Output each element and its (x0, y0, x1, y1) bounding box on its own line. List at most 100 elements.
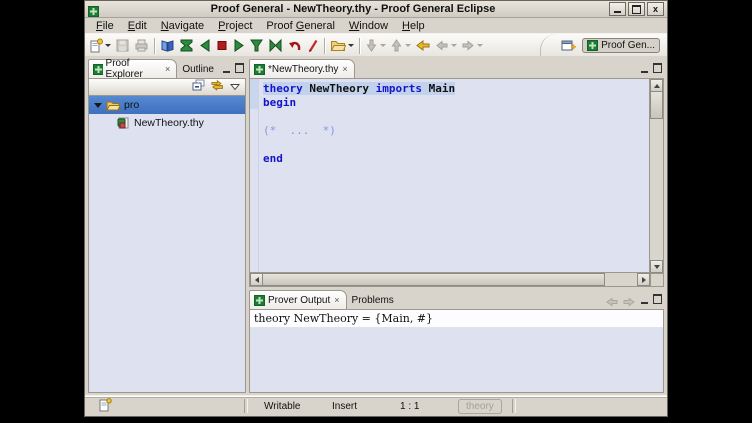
minimize-view-icon (641, 68, 648, 73)
minimize-view-button[interactable] (639, 295, 649, 304)
maximize-view-button[interactable] (652, 64, 662, 73)
output-back-button[interactable] (605, 294, 619, 304)
retract-arrow-icon (287, 38, 302, 53)
editor-text-area[interactable]: theory NewTheory imports Mainbegin (* ...… (250, 79, 650, 273)
minimize-view-button[interactable] (221, 64, 231, 73)
tree-item-pro[interactable]: pro (89, 96, 245, 114)
tree-item-newtheory[interactable]: NewTheory.thy (89, 114, 245, 132)
tab-close-icon[interactable]: × (333, 296, 339, 305)
menu-bar: FileEditNavigateProjectProof GeneralWind… (85, 18, 667, 33)
tab-outline[interactable]: Outline (177, 59, 221, 78)
code-token: (* ... *) (263, 124, 336, 137)
next-annotation-button[interactable] (363, 36, 388, 56)
code-line[interactable]: (* ... *) (263, 124, 650, 138)
minimize-button[interactable] (609, 2, 626, 16)
new-dropdown-caret (105, 44, 111, 47)
output-forward-button[interactable] (622, 294, 636, 304)
minimize-view-button[interactable] (639, 64, 649, 73)
menu-navigate[interactable]: Navigate (154, 20, 211, 32)
tab-newtheory-editor[interactable]: *NewTheory.thy × (249, 59, 355, 78)
pen-icon (306, 38, 319, 53)
prover-output-line[interactable]: theory NewTheory = {Main, #} (250, 310, 663, 328)
collapse-all-button[interactable] (192, 78, 205, 96)
tab-close-icon[interactable]: × (164, 65, 170, 74)
tab-label: Outline (182, 64, 214, 75)
toolbar-separator (359, 38, 360, 54)
output-back-icon (605, 297, 619, 307)
menu-project[interactable]: Project (211, 20, 259, 32)
tab-label: Proof Explorer (106, 58, 162, 80)
menu-window[interactable]: Window (342, 20, 395, 32)
process-to-end-button[interactable] (266, 36, 285, 56)
collapse-all-icon (192, 79, 205, 91)
back-button[interactable] (433, 36, 459, 56)
next-step-button[interactable] (230, 36, 247, 56)
maximize-view-button[interactable] (234, 64, 244, 73)
expand-twistie-icon[interactable] (94, 103, 102, 108)
tab-problems[interactable]: Problems (347, 290, 401, 309)
code-line[interactable]: theory NewTheory imports Main (263, 82, 650, 96)
proof-general-perspective-button[interactable]: Proof Gen... (582, 38, 660, 53)
funnel-icon (249, 38, 264, 53)
last-edit-location-button[interactable] (413, 36, 433, 56)
maximize-button[interactable] (628, 2, 645, 16)
menu-help[interactable]: Help (395, 20, 432, 32)
tab-proof-explorer[interactable]: Proof Explorer × (88, 59, 177, 78)
interrupt-button[interactable] (213, 36, 230, 56)
annotation-ruler[interactable] (250, 79, 259, 273)
pen-button[interactable] (304, 36, 321, 56)
scroll-left-icon (255, 277, 259, 283)
new-wizard-button[interactable] (88, 36, 113, 56)
open-file-button[interactable] (328, 36, 356, 56)
close-icon: x (653, 5, 658, 14)
editor-tab-row: *NewTheory.thy × (249, 58, 664, 78)
step-forward-icon (232, 38, 245, 53)
maximize-icon (632, 5, 641, 14)
goto-cursor-button[interactable] (247, 36, 266, 56)
tab-prover-output[interactable]: Prover Output × (249, 290, 347, 309)
maximize-view-icon (653, 294, 662, 304)
vertical-scroll-thumb[interactable] (650, 91, 663, 119)
code-token: imports (376, 82, 422, 95)
view-menu-button[interactable] (230, 78, 240, 96)
save-button[interactable] (113, 36, 132, 56)
open-folder-icon (106, 99, 120, 111)
prover-state-button[interactable]: theory (458, 399, 502, 414)
scroll-right-button[interactable] (637, 273, 650, 286)
scroll-down-button[interactable] (650, 260, 663, 273)
horizontal-scroll-thumb[interactable] (262, 273, 605, 286)
undo-step-button[interactable] (196, 36, 213, 56)
menu-file[interactable]: File (89, 20, 121, 32)
code-line[interactable]: begin (263, 96, 650, 110)
close-button[interactable]: x (647, 2, 664, 16)
menu-edit[interactable]: Edit (121, 20, 154, 32)
open-perspective-button[interactable] (559, 36, 578, 56)
code-line[interactable]: end (263, 152, 650, 166)
print-button[interactable] (132, 36, 151, 56)
open-definition-button[interactable] (158, 36, 177, 56)
perspective-bar: Proof Gen... (540, 34, 664, 57)
previous-annotation-button[interactable] (388, 36, 413, 56)
editor-code[interactable]: theory NewTheory imports Mainbegin (* ...… (259, 79, 650, 273)
link-with-editor-button[interactable] (211, 78, 224, 96)
title-bar[interactable]: Proof General - NewTheory.thy - Proof Ge… (85, 1, 667, 18)
editor-vertical-scrollbar[interactable] (649, 79, 663, 273)
tab-close-icon[interactable]: × (341, 65, 347, 74)
menu-proof-general[interactable]: Proof General (259, 20, 342, 32)
prover-tab-row: Prover Output × Problems (249, 289, 664, 309)
proof-general-perspective-icon (587, 40, 598, 51)
open-book-icon (160, 38, 175, 53)
back-dropdown-caret (451, 44, 457, 47)
scroll-down-icon (654, 265, 660, 269)
forward-button[interactable] (459, 36, 485, 56)
retract-button[interactable] (285, 36, 304, 56)
previous-annotation-icon (390, 38, 403, 53)
maximize-view-button[interactable] (652, 295, 662, 304)
activate-prover-button[interactable] (177, 36, 196, 56)
to-end-icon (268, 38, 283, 53)
code-line[interactable] (263, 110, 650, 124)
code-line[interactable] (263, 138, 650, 152)
explorer-minmax (221, 64, 246, 78)
editor-horizontal-scrollbar[interactable] (250, 272, 650, 286)
toolbar-separator (324, 38, 325, 54)
